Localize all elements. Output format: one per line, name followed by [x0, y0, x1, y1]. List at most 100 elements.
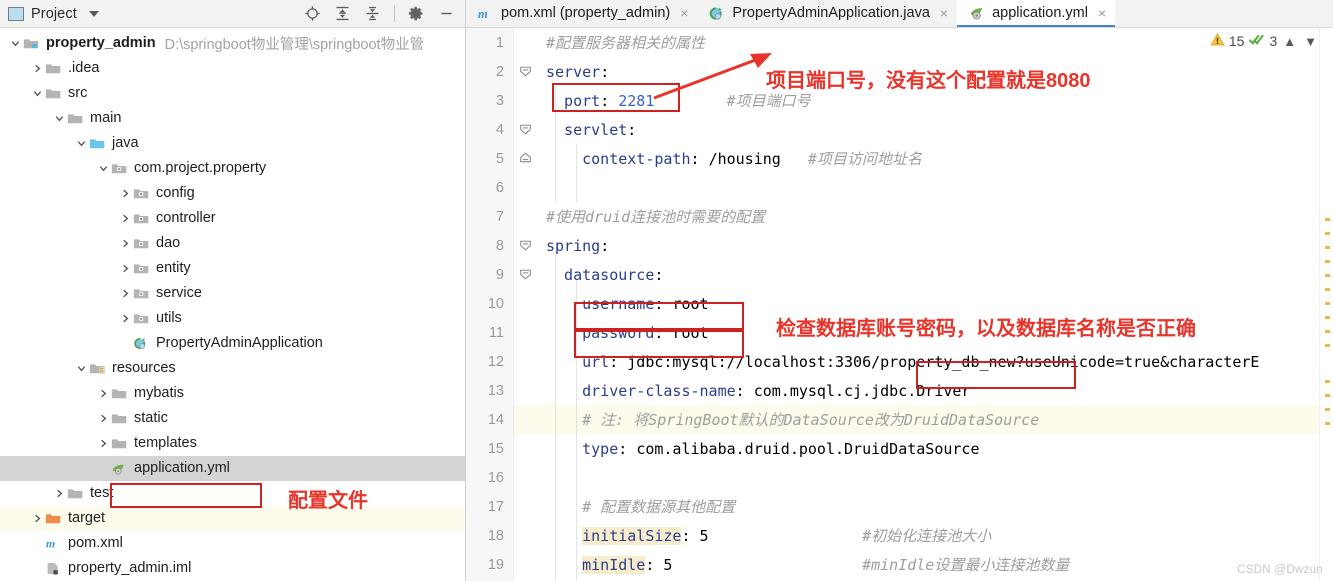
tree-item-java[interactable]: java — [0, 131, 465, 156]
chevron-down-icon[interactable] — [88, 10, 99, 17]
stripe-warning-mark[interactable] — [1325, 260, 1330, 263]
code-line[interactable]: 6 — [466, 173, 1319, 202]
tree-item-static[interactable]: static — [0, 406, 465, 431]
stripe-warning-mark[interactable] — [1325, 274, 1330, 277]
locate-icon[interactable] — [304, 5, 321, 22]
chevron-down-icon[interactable] — [8, 38, 23, 49]
chevron-right-icon[interactable] — [118, 188, 133, 199]
fold-marker-icon[interactable] — [514, 237, 536, 254]
tree-item-resources[interactable]: resources — [0, 356, 465, 381]
inspection-status[interactable]: 15 3 ▲ ▼ — [1210, 32, 1319, 50]
chevron-right-icon[interactable] — [118, 263, 133, 274]
chevron-right-icon[interactable] — [30, 513, 45, 524]
code-content[interactable]: 1 #配置服务器相关的属性 2 server: 3 port: 2281 #项目端口号 4… — [466, 28, 1319, 581]
tree-item-entity[interactable]: entity — [0, 256, 465, 281]
stripe-warning-mark[interactable] — [1325, 330, 1330, 333]
tree-item-pom-xml[interactable]: m pom.xml — [0, 531, 465, 556]
tab-property-admin-application[interactable]: PropertyAdminApplication.java × — [697, 0, 957, 27]
code-line[interactable]: 4 servlet: — [466, 115, 1319, 144]
project-tree[interactable]: property_admin D:\springboot物业管理\springbo… — [0, 28, 466, 581]
stripe-warning-mark[interactable] — [1325, 380, 1330, 383]
code-text: # 注: 将SpringBoot默认的DataSource改为DruidData… — [536, 409, 1039, 430]
fold-marker-icon[interactable] — [514, 266, 536, 283]
tree-item-templates[interactable]: templates — [0, 431, 465, 456]
tree-item-label: property_admin.iml — [68, 560, 192, 577]
chevron-right-icon[interactable] — [52, 488, 67, 499]
tree-item-application-yml[interactable]: application.yml — [0, 456, 465, 481]
code-line[interactable]: 18 initialSize: 5 #初始化连接池大小 — [466, 521, 1319, 550]
close-icon[interactable]: × — [1098, 6, 1106, 20]
fold-marker-icon[interactable] — [514, 121, 536, 138]
chevron-right-icon[interactable] — [96, 388, 111, 399]
chevron-right-icon[interactable] — [96, 438, 111, 449]
tree-item-controller[interactable]: controller — [0, 206, 465, 231]
tree-item-utils[interactable]: utils — [0, 306, 465, 331]
tree-item-property-admin-iml[interactable]: property_admin.iml — [0, 556, 465, 581]
stripe-warning-mark[interactable] — [1325, 246, 1330, 249]
tree-item-service[interactable]: service — [0, 281, 465, 306]
stripe-warning-mark[interactable] — [1325, 288, 1330, 291]
code-line[interactable]: 13 driver-class-name: com.mysql.cj.jdbc.… — [466, 376, 1319, 405]
chevron-right-icon[interactable] — [96, 413, 111, 424]
close-icon[interactable]: × — [680, 6, 688, 20]
chevron-down-icon[interactable] — [30, 88, 45, 99]
close-icon[interactable]: × — [940, 6, 948, 20]
stripe-warning-mark[interactable] — [1325, 302, 1330, 305]
code-line[interactable]: 7 #使用druid连接池时需要的配置 — [466, 202, 1319, 231]
code-line[interactable]: 1 #配置服务器相关的属性 — [466, 28, 1319, 57]
code-token: # 注: 将SpringBoot默认的DataSource改为DruidData… — [546, 411, 1040, 429]
stripe-warning-mark[interactable] — [1325, 218, 1330, 221]
tree-item-com-project-property[interactable]: com.project.property — [0, 156, 465, 181]
settings-gear-icon[interactable] — [408, 5, 425, 22]
code-line[interactable]: 16 — [466, 463, 1319, 492]
chevron-right-icon[interactable] — [118, 238, 133, 249]
tree-item-property-admin[interactable]: property_admin D:\springboot物业管理\springbo… — [0, 31, 465, 56]
code-token: username — [546, 294, 655, 313]
tree-item-main[interactable]: main — [0, 106, 465, 131]
stripe-warning-mark[interactable] — [1325, 408, 1330, 411]
tree-item-mybatis[interactable]: mybatis — [0, 381, 465, 406]
tree-item-label: java — [112, 135, 139, 152]
code-line[interactable]: 8 spring: — [466, 231, 1319, 260]
stripe-warning-mark[interactable] — [1325, 394, 1330, 397]
collapse-all-icon[interactable] — [364, 5, 381, 22]
tree-item-propertyadminapplication[interactable]: PropertyAdminApplication — [0, 331, 465, 356]
fold-marker-icon[interactable] — [514, 63, 536, 80]
expand-all-icon[interactable] — [334, 5, 351, 22]
chevron-up-icon[interactable]: ▲ — [1281, 34, 1298, 49]
code-line[interactable]: 14 # 注: 将SpringBoot默认的DataSource改为DruidD… — [466, 405, 1319, 434]
tab-application-yml[interactable]: application.yml × — [957, 0, 1116, 27]
chevron-right-icon[interactable] — [118, 288, 133, 299]
code-line[interactable]: 12 url: jdbc:mysql://localhost:3306/prop… — [466, 347, 1319, 376]
tree-item-dao[interactable]: dao — [0, 231, 465, 256]
chevron-down-icon[interactable] — [52, 113, 67, 124]
fold-marker-icon[interactable] — [514, 150, 536, 167]
code-line[interactable]: 9 datasource: — [466, 260, 1319, 289]
chevron-down-icon[interactable] — [96, 163, 111, 174]
tree-item-test[interactable]: test — [0, 481, 465, 506]
chevron-right-icon[interactable] — [118, 313, 133, 324]
error-stripe-gutter[interactable] — [1319, 28, 1333, 581]
minimize-icon[interactable] — [438, 5, 455, 22]
code-line[interactable]: 5 context-path: /housing #项目访问地址名 — [466, 144, 1319, 173]
stripe-warning-mark[interactable] — [1325, 344, 1330, 347]
code-line[interactable]: 17 # 配置数据源其他配置 — [466, 492, 1319, 521]
chevron-right-icon[interactable] — [118, 213, 133, 224]
stripe-warning-mark[interactable] — [1325, 316, 1330, 319]
tree-item-config[interactable]: config — [0, 181, 465, 206]
code-line[interactable]: 19 minIdle: 5 #minIdle设置最小连接池数量 — [466, 550, 1319, 579]
chevron-right-icon[interactable] — [30, 63, 45, 74]
code-editor[interactable]: 1 #配置服务器相关的属性 2 server: 3 port: 2281 #项目端口号 4… — [466, 28, 1333, 581]
tree-item-src[interactable]: src — [0, 81, 465, 106]
line-number: 1 — [495, 34, 504, 51]
tree-item-target[interactable]: target — [0, 506, 465, 531]
stripe-warning-mark[interactable] — [1325, 422, 1330, 425]
stripe-warning-mark[interactable] — [1325, 232, 1330, 235]
chevron-down-icon[interactable] — [74, 363, 89, 374]
chevron-down-icon[interactable] — [74, 138, 89, 149]
tab-pom-xml[interactable]: m pom.xml (property_admin) × — [466, 0, 697, 27]
code-line[interactable]: 15 type: com.alibaba.druid.pool.DruidDat… — [466, 434, 1319, 463]
tree-item--idea[interactable]: .idea — [0, 56, 465, 81]
chevron-down-icon[interactable]: ▼ — [1302, 34, 1319, 49]
